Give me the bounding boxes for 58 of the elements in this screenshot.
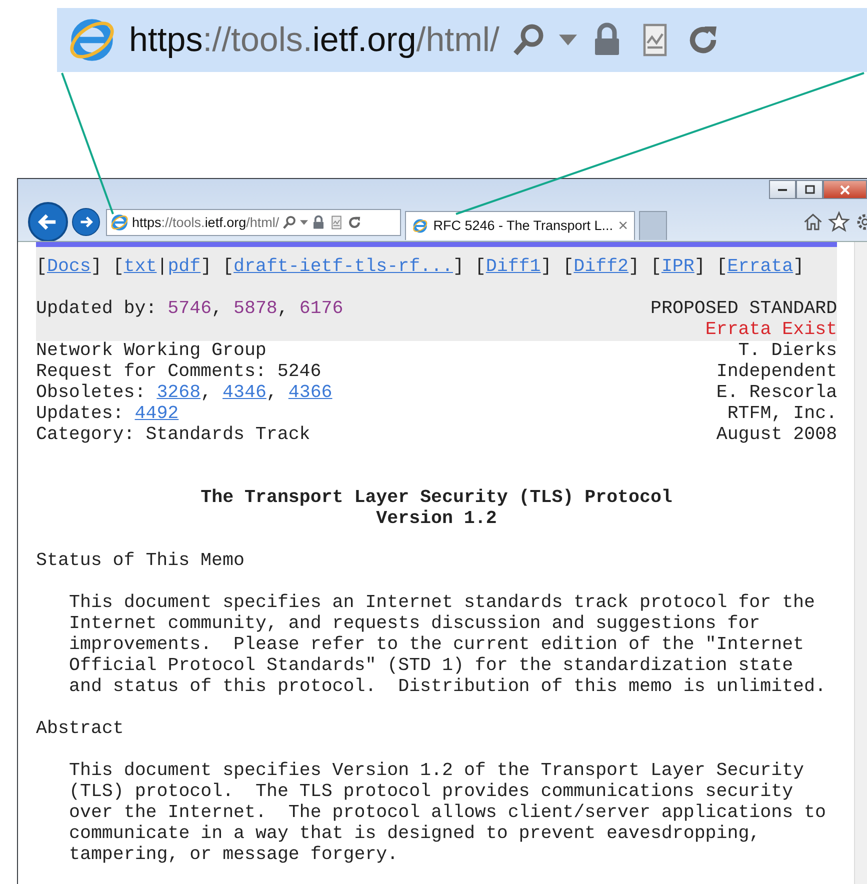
- header-field: Category: Standards Track: [36, 425, 310, 446]
- browser-logo-icon: [110, 212, 129, 232]
- header-field: Obsoletes: 3268, 4346, 4366: [36, 383, 332, 404]
- updated-by-line: Updated by: 5746, 5878, 6176: [36, 299, 344, 320]
- close-button[interactable]: [823, 180, 867, 199]
- document-link[interactable]: Diff2: [574, 257, 629, 277]
- rfc-link[interactable]: 4366: [288, 383, 332, 403]
- maximize-icon: [804, 184, 816, 194]
- header-value: T. Dierks: [738, 341, 838, 362]
- section-heading: Abstract: [36, 719, 124, 739]
- address-field[interactable]: https://tools.ietf.org/html/: [106, 208, 401, 236]
- document-link[interactable]: Diff1: [486, 257, 541, 277]
- header-field: Request for Comments: 5246: [36, 362, 322, 383]
- paragraph: This document specifies an Internet standards track protocol for the Internet community, and requests discussion and suggestions for improvements. Please refer to the current edition of the "Internet Official Protocol Standards" (STD 1) for the standardization state and status of this protocol. Distribution of this memo is unlimited.: [68, 593, 827, 698]
- close-icon: [839, 184, 851, 194]
- document-link[interactable]: Docs: [46, 257, 91, 277]
- forward-button[interactable]: [72, 208, 100, 236]
- home-icon[interactable]: [802, 211, 824, 233]
- rfc-link[interactable]: 3268: [156, 383, 201, 403]
- refresh-icon[interactable]: [347, 214, 362, 230]
- errata-text: Errata Exist: [705, 320, 838, 340]
- browser-tab[interactable]: RFC 5246 - The Transport L... ×: [405, 210, 635, 240]
- rfc-link[interactable]: 6176: [299, 299, 344, 319]
- header-value: E. Rescorla: [716, 383, 838, 404]
- page-icon[interactable]: [329, 214, 344, 230]
- document-link[interactable]: Errata: [727, 257, 794, 277]
- tab-title: RFC 5246 - The Transport L...: [433, 218, 614, 233]
- document-link[interactable]: pdf: [168, 257, 201, 277]
- header-value: RTFM, Inc.: [727, 404, 838, 425]
- rfc-link[interactable]: 5878: [234, 299, 278, 319]
- back-button[interactable]: [28, 202, 68, 242]
- scrollbar[interactable]: [854, 242, 867, 884]
- status-text: PROPOSED STANDARD: [650, 299, 838, 320]
- browser-logo-icon: [412, 216, 428, 234]
- minimize-icon: [778, 188, 787, 190]
- document-links: [Docs] [txt|pdf] [draft-ietf-tls-rf...] [Diff1] [Diff2] [IPR] [Errata]: [36, 257, 806, 278]
- rfc-link[interactable]: 4346: [222, 383, 266, 403]
- document-title: Version 1.2: [376, 509, 497, 529]
- header-value: Independent: [716, 362, 838, 383]
- url-text: https://tools.ietf.org/html/: [129, 20, 500, 60]
- document-link[interactable]: IPR: [661, 257, 694, 277]
- search-icon[interactable]: [282, 214, 298, 230]
- tab-close-button[interactable]: ×: [618, 216, 628, 236]
- url-text: https://tools.ietf.org/html/: [132, 214, 280, 230]
- section-heading: Status of This Memo: [36, 551, 244, 571]
- document-title: The Transport Layer Security (TLS) Protocol: [200, 488, 672, 508]
- rfc-link[interactable]: 4492: [134, 404, 179, 424]
- header-field: Network Working Group: [36, 341, 266, 362]
- star-icon[interactable]: [828, 211, 850, 233]
- header-value: August 2008: [716, 425, 838, 446]
- lock-icon[interactable]: [311, 214, 326, 230]
- document-link[interactable]: txt: [124, 257, 157, 277]
- document-link[interactable]: draft-ietf-tls-rf...: [234, 257, 453, 277]
- minimize-button[interactable]: [769, 180, 796, 199]
- maximize-button[interactable]: [796, 180, 823, 199]
- rfc-link[interactable]: 5746: [168, 299, 212, 319]
- header-field: Updates: 4492: [36, 404, 179, 425]
- paragraph: This document specifies Version 1.2 of the Transport Layer Security (TLS) protocol. The TLS protocol provides communications security over the Internet. The protocol allows client/server applications to communicate in a way that is designed to prevent eavesdropping, tampering, or message forgery.: [68, 761, 827, 866]
